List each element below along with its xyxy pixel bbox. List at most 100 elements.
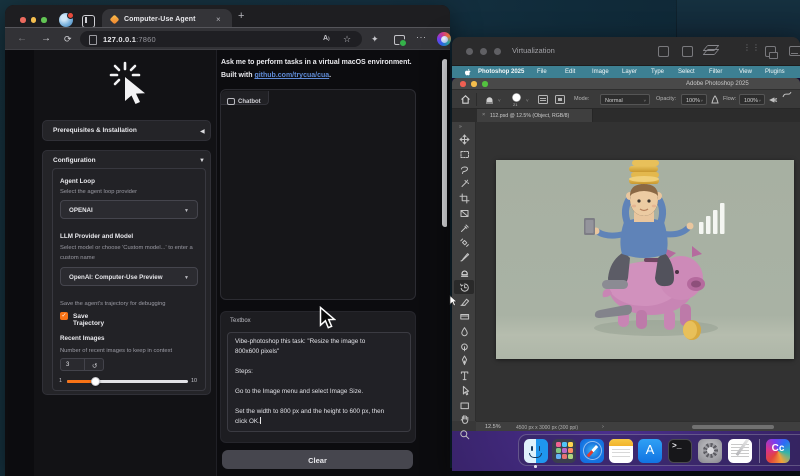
menu-plugins[interactable]: Plugins xyxy=(765,69,785,75)
chevron-down-icon[interactable]: ˅ xyxy=(498,98,501,103)
collections-icon[interactable]: ✦ xyxy=(371,34,379,44)
menu-layer[interactable]: Layer xyxy=(622,69,637,75)
photoshop-canvas[interactable] xyxy=(476,122,800,421)
tool-frame-icon[interactable] xyxy=(459,208,470,219)
browser-profile-avatar[interactable] xyxy=(59,13,73,27)
dock-launchpad-icon[interactable] xyxy=(552,439,576,463)
dock-safari-icon[interactable] xyxy=(580,439,604,463)
clear-button[interactable]: Clear xyxy=(222,450,413,469)
vm-display-icon[interactable] xyxy=(765,46,776,57)
reset-button[interactable]: ↺ xyxy=(84,358,104,371)
toolbar-expand-icon[interactable]: » xyxy=(459,124,461,130)
dock-finder-icon[interactable] xyxy=(524,439,548,463)
menu-type[interactable]: Type xyxy=(651,69,664,75)
back-button[interactable]: ← xyxy=(17,33,27,45)
brush-preview-icon[interactable] xyxy=(512,93,521,102)
page-scrollbar-thumb[interactable] xyxy=(442,59,447,227)
vm-keyboard-icon[interactable] xyxy=(789,46,800,56)
menu-select[interactable]: Select xyxy=(678,69,695,75)
favorites-star-icon[interactable]: ☆ xyxy=(343,34,351,45)
workspaces-icon[interactable] xyxy=(82,15,95,28)
save-trajectory-checkbox[interactable]: ✓ xyxy=(60,312,68,320)
menu-file[interactable]: File xyxy=(537,69,547,75)
agent-loop-dropdown[interactable]: OPENAI ▼ xyxy=(60,200,198,219)
mode-dropdown[interactable]: Normal˅ xyxy=(600,94,650,105)
tool-healing-icon[interactable] xyxy=(459,237,470,248)
accordion-prerequisites[interactable]: Prerequisites & Installation ◀ xyxy=(42,120,211,141)
slider-track[interactable] xyxy=(67,380,188,384)
slider-thumb[interactable] xyxy=(91,377,100,386)
status-chevron-icon[interactable]: › xyxy=(602,424,604,430)
tool-hand-icon[interactable] xyxy=(459,414,470,425)
window-close-button[interactable] xyxy=(20,17,26,23)
zoom-level[interactable]: 12.5% xyxy=(485,424,501,430)
clone-stamp-preset-icon[interactable] xyxy=(484,94,495,105)
vm-layers-icon[interactable] xyxy=(705,45,715,55)
tool-move-icon[interactable] xyxy=(459,134,470,145)
read-aloud-icon[interactable]: A) xyxy=(323,35,330,42)
window-minimize-button[interactable] xyxy=(471,81,477,87)
document-tab[interactable]: × 112.psd @ 12.5% (Object, RGB/8) xyxy=(477,109,593,122)
pressure-opacity-icon[interactable] xyxy=(711,95,719,104)
tool-eyedropper-icon[interactable] xyxy=(459,223,470,234)
menu-edit[interactable]: Edit xyxy=(565,69,575,75)
dock-appstore-icon[interactable]: A xyxy=(638,439,662,463)
menu-photoshop[interactable]: Photoshop 2025 xyxy=(478,69,524,75)
forward-button[interactable]: → xyxy=(41,33,51,45)
window-close-button[interactable] xyxy=(460,81,466,87)
dock-settings-icon[interactable] xyxy=(698,439,722,463)
copilot-icon[interactable] xyxy=(437,32,451,46)
tool-eraser-icon[interactable] xyxy=(459,296,470,307)
menu-filter[interactable]: Filter xyxy=(709,69,722,75)
tool-path-select-icon[interactable] xyxy=(459,385,470,396)
menu-view[interactable]: View xyxy=(739,69,752,75)
dock-textedit-icon[interactable] xyxy=(728,439,752,463)
tool-marquee-icon[interactable] xyxy=(459,149,470,160)
tool-gradient-icon[interactable] xyxy=(459,311,470,322)
vm-stop-icon[interactable] xyxy=(658,46,669,57)
tool-dodge-icon[interactable] xyxy=(459,341,470,352)
tool-pen-icon[interactable] xyxy=(459,355,470,366)
window-minimize-button[interactable] xyxy=(31,17,37,23)
window-zoom-button[interactable] xyxy=(482,81,488,87)
flow-dropdown[interactable]: 100%˅ xyxy=(739,94,765,105)
tab-close-icon[interactable]: × xyxy=(482,112,485,118)
tool-clone-stamp-icon[interactable] xyxy=(459,267,470,278)
address-bar[interactable]: 127.0.0.1:7860 A) ☆ xyxy=(80,31,362,47)
home-icon[interactable] xyxy=(460,94,471,105)
recent-images-number-input[interactable]: 3 xyxy=(60,358,85,371)
browser-menu-icon[interactable]: ··· xyxy=(416,32,427,42)
accordion-configuration[interactable]: Configuration ▼ Agent Loop Select the ag… xyxy=(42,150,211,395)
tool-rectangle-icon[interactable] xyxy=(459,400,470,411)
horizontal-scrollbar-thumb[interactable] xyxy=(692,425,774,429)
tool-history-brush-icon[interactable] xyxy=(459,282,470,293)
dock-creative-cloud-icon[interactable]: Cc xyxy=(766,439,790,463)
window-close-button[interactable] xyxy=(466,48,473,55)
reload-button[interactable]: ⟳ xyxy=(64,33,72,45)
dock-notes-icon[interactable] xyxy=(609,439,633,463)
apple-menu-icon[interactable] xyxy=(465,69,471,76)
window-zoom-button[interactable] xyxy=(494,48,501,55)
chevron-down-icon[interactable]: ˅ xyxy=(526,98,529,103)
tab-close-icon[interactable]: × xyxy=(216,15,221,24)
brush-settings-panel-icon[interactable] xyxy=(538,95,548,104)
tool-crop-icon[interactable] xyxy=(459,193,470,204)
vm-snapshot-icon[interactable] xyxy=(682,46,693,57)
brush-panel-toggle-icon[interactable] xyxy=(555,95,565,104)
llm-model-dropdown[interactable]: OpenAI: Computer-Use Preview ▼ xyxy=(60,267,198,286)
airbrush-icon[interactable] xyxy=(769,95,778,104)
window-zoom-button[interactable] xyxy=(41,17,47,23)
dock-terminal-icon[interactable]: >_ xyxy=(668,439,692,463)
tool-blur-icon[interactable] xyxy=(459,326,470,337)
new-tab-button[interactable]: + xyxy=(238,11,244,21)
site-info-icon[interactable] xyxy=(89,35,97,45)
smoothing-icon[interactable] xyxy=(782,90,792,99)
tool-quick-selection-icon[interactable] xyxy=(459,178,470,189)
menu-image[interactable]: Image xyxy=(592,69,609,75)
tool-brush-icon[interactable] xyxy=(459,252,470,263)
tool-type-icon[interactable] xyxy=(459,370,470,381)
tool-zoom-icon[interactable] xyxy=(459,429,470,440)
tool-lasso-icon[interactable] xyxy=(459,164,470,175)
browser-essentials-icon[interactable] xyxy=(394,35,405,45)
vm-grid-icon[interactable]: ⋮⋮ xyxy=(743,46,755,55)
